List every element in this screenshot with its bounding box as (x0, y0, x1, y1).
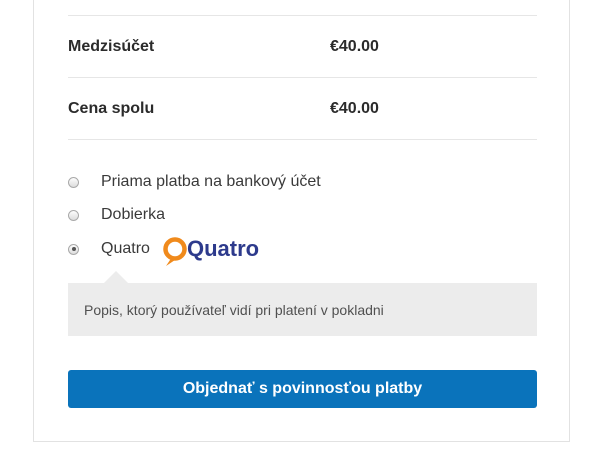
divider (68, 15, 537, 16)
order-review-panel: Medzisúčet €40.00 Cena spolu €40.00 Pria… (33, 0, 570, 442)
description-caret (104, 271, 128, 283)
quatro-logo-icon: Quatro (163, 236, 259, 266)
subtotal-value: €40.00 (330, 38, 379, 55)
payment-method-bank-transfer[interactable]: Priama platba na bankový účet (68, 173, 321, 191)
order-total-label: Cena spolu (68, 100, 155, 117)
subtotal-label: Medzisúčet (68, 38, 155, 55)
payment-method-label: Quatro (101, 240, 150, 257)
divider (68, 77, 537, 78)
payment-method-quatro[interactable]: Quatro Quatro (68, 232, 262, 266)
payment-method-cash-on-delivery[interactable]: Dobierka (68, 206, 165, 224)
order-total-row: Cena spolu €40.00 (68, 97, 537, 121)
place-order-button[interactable]: Objednať s povinnosťou platby (68, 370, 537, 408)
subtotal-row: Medzisúčet €40.00 (68, 35, 537, 59)
payment-description-text: Popis, ktorý používateľ vidí pri platení… (84, 301, 384, 318)
quatro-logo-text: Quatro (187, 236, 259, 261)
radio-button[interactable] (68, 176, 79, 188)
radio-button[interactable] (68, 209, 79, 221)
divider (68, 139, 537, 140)
payment-method-label: Priama platba na bankový účet (101, 173, 321, 190)
payment-description-box: Popis, ktorý používateľ vidí pri platení… (68, 283, 537, 336)
order-total-value: €40.00 (330, 100, 379, 117)
radio-button-selected[interactable] (68, 243, 79, 255)
payment-method-label: Dobierka (101, 206, 166, 223)
